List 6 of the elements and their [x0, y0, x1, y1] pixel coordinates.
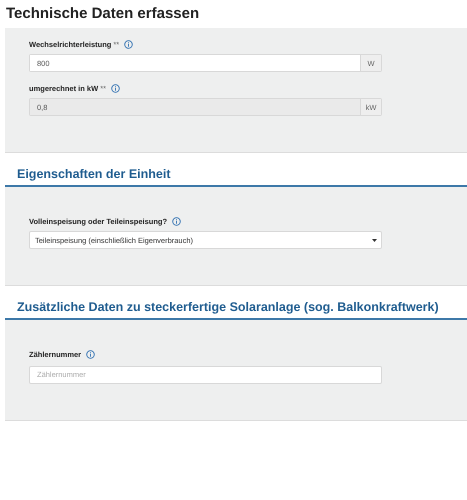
info-icon[interactable] [111, 84, 120, 93]
page-title: Technische Daten erfassen [5, 4, 200, 24]
info-icon[interactable] [124, 40, 134, 49]
caret-icon [372, 238, 377, 242]
info-icon[interactable] [172, 217, 182, 226]
info-icon[interactable] [86, 350, 96, 359]
